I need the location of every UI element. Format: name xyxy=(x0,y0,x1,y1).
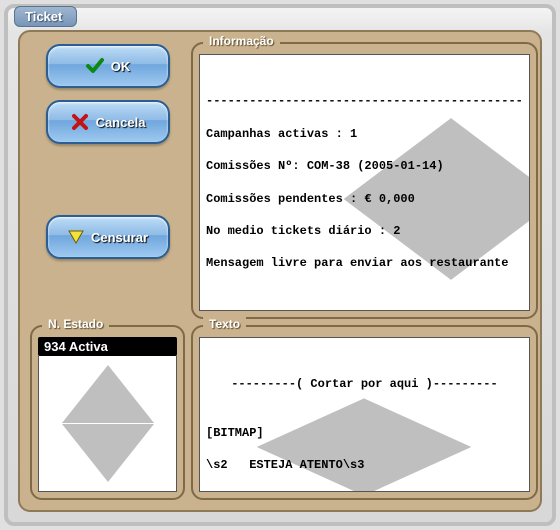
arrow-down-icon[interactable] xyxy=(62,424,154,482)
ok-button[interactable]: OK xyxy=(46,44,170,88)
censor-button-label: Censurar xyxy=(91,230,148,245)
ok-button-label: OK xyxy=(111,59,131,74)
arrow-up-icon[interactable] xyxy=(62,365,154,423)
texto-line: \s2 ESTEJA ATENTO\s3 xyxy=(206,457,523,473)
watermark-diamond-icon xyxy=(253,96,477,269)
texto-cut-line: ---------( Cortar por aqui )--------- xyxy=(206,376,523,392)
info-textbox: ----------------------------------------… xyxy=(199,54,530,311)
estado-value: 934 Activa xyxy=(38,337,177,356)
cancel-button-label: Cancela xyxy=(96,115,146,130)
info-line: ----------------------------------------… xyxy=(206,93,523,109)
info-line: Comissões Nº: COM-38 (2005-01-14) xyxy=(206,158,523,174)
info-group: Informação -----------------------------… xyxy=(191,42,538,319)
texto-group-title: Texto xyxy=(203,317,246,331)
info-line: Campanhas activas : 1 xyxy=(206,126,523,142)
info-line: Mensagem livre para enviar aos restauran… xyxy=(206,255,523,271)
window-frame: Ticket OK Cancela Informação xyxy=(4,4,556,526)
estado-group-title: N. Estado xyxy=(42,317,109,331)
texto-line: AQUI VAI NASCER UM NOVO MEIO DE xyxy=(206,490,523,493)
cancel-button[interactable]: Cancela xyxy=(46,100,170,144)
check-icon xyxy=(85,56,105,76)
texto-textbox: ---------( Cortar por aqui )--------- [B… xyxy=(199,337,530,492)
info-line: No medio tickets diário : 2 xyxy=(206,223,523,239)
cross-icon xyxy=(70,112,90,132)
content-panel: OK Cancela Informação ------------------… xyxy=(18,30,542,512)
censor-button[interactable]: Censurar xyxy=(46,215,170,259)
texto-line: [BITMAP] xyxy=(206,425,523,441)
triangle-down-icon xyxy=(67,228,85,246)
estado-stepper xyxy=(38,356,177,492)
info-line: Comissões pendentes : € 0,000 xyxy=(206,191,523,207)
info-group-title: Informação xyxy=(203,34,280,48)
window-title: Ticket xyxy=(14,6,77,27)
estado-group: N. Estado 934 Activa xyxy=(30,325,185,500)
button-column: OK Cancela xyxy=(30,42,185,203)
texto-group: Texto ---------( Cortar por aqui )------… xyxy=(191,325,538,500)
censor-row: Censurar xyxy=(30,209,185,261)
